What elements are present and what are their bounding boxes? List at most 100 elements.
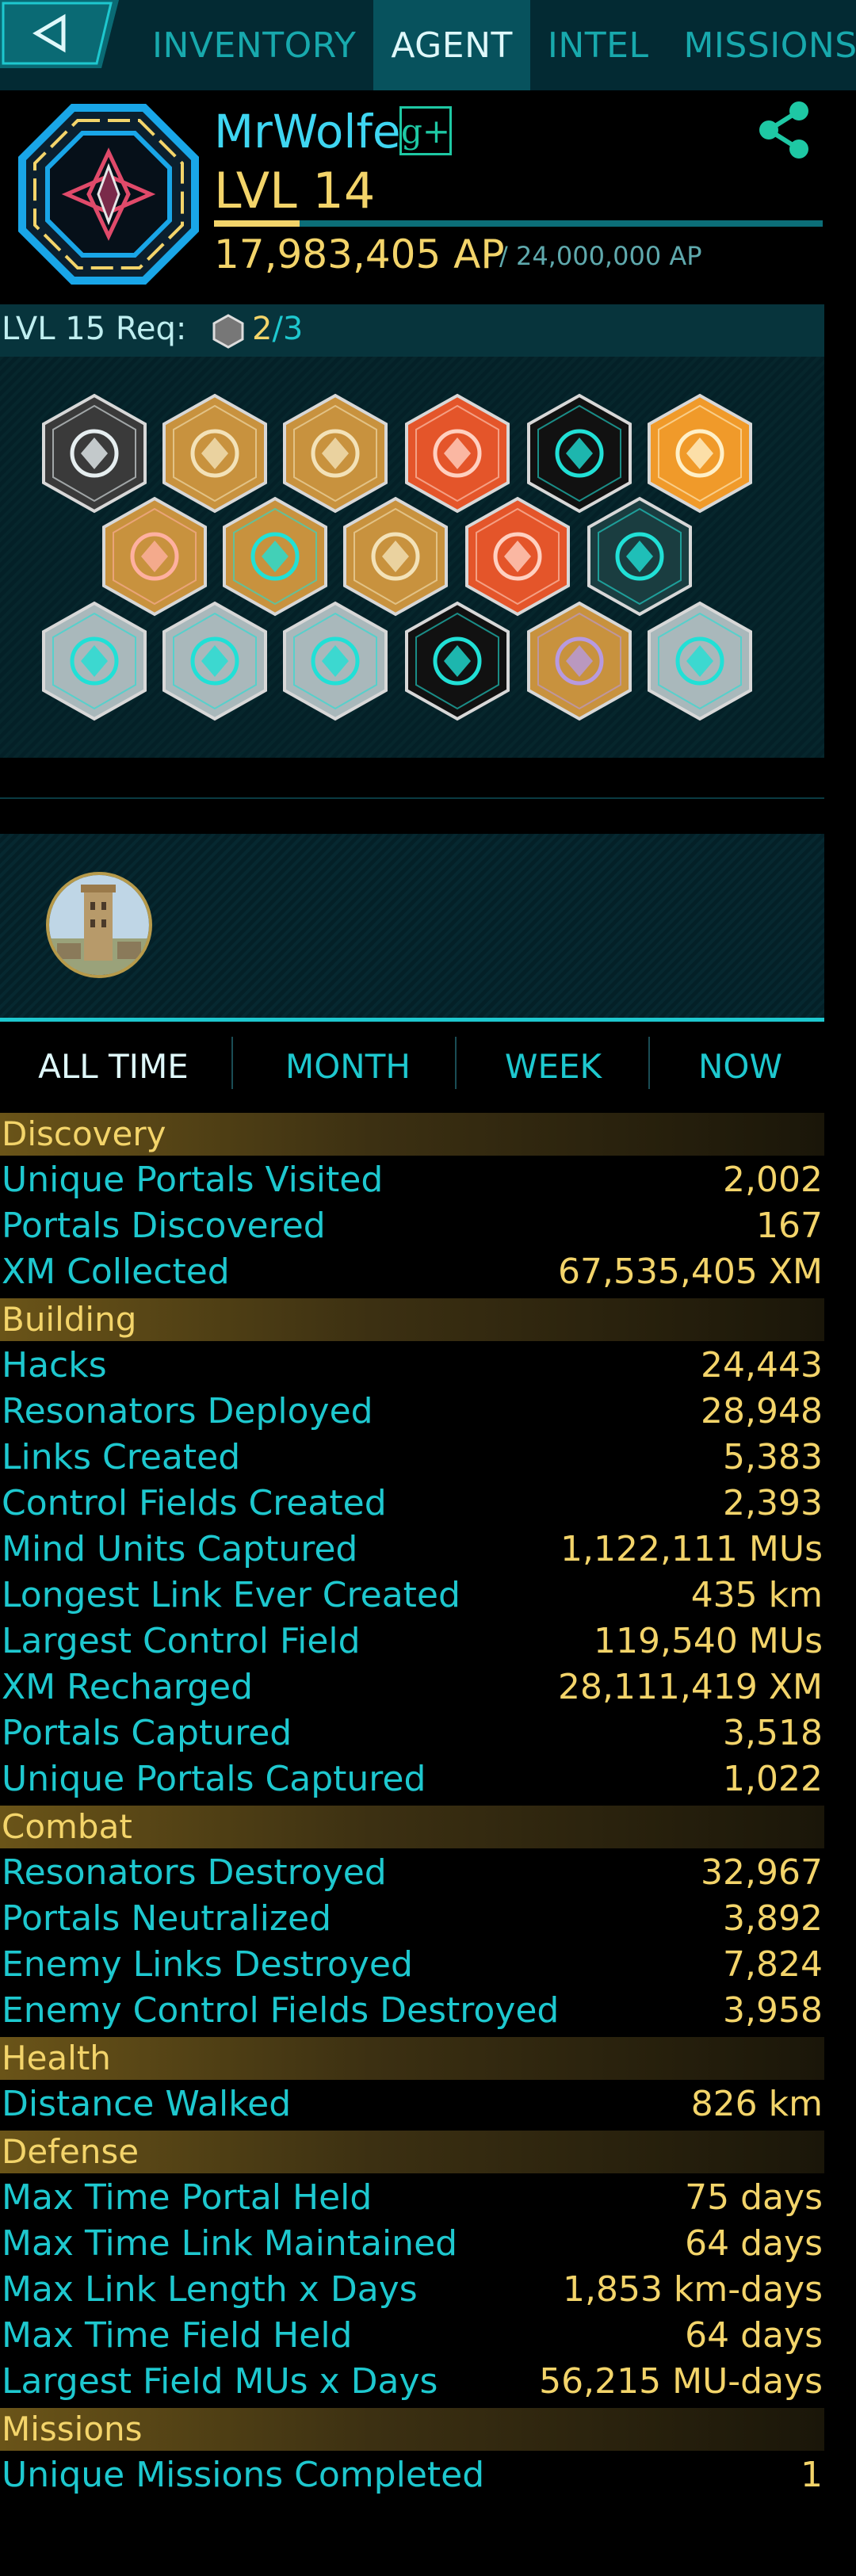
time-tab-week[interactable]: WEEK [458,1030,648,1102]
stat-value: 167 [756,1206,823,1246]
stat-row: Max Time Portal Held 75 days [0,2175,824,2221]
hexagon-badge-icon [211,314,246,349]
stat-name: XM Recharged [2,1667,254,1707]
stat-name: Max Time Portal Held [2,2177,373,2218]
section-header-discovery: Discovery [0,1113,824,1156]
media-panel-border [0,1018,824,1022]
stat-value: 56,215 MU-days [539,2361,823,2402]
stat-name: Longest Link Ever Created [2,1575,460,1615]
stat-row: Unique Portals Captured 1,022 [0,1756,824,1802]
back-button[interactable] [0,0,119,68]
stat-name: Max Link Length x Days [2,2269,418,2310]
stat-name: Distance Walked [2,2084,292,2124]
stat-row: Mind Units Captured 1,122,111 MUs [0,1527,824,1573]
stat-value: 2,393 [723,1483,823,1523]
stat-name: Unique Portals Visited [2,1160,384,1200]
level-requirement-count: 2/3 [252,311,304,347]
stat-row: XM Recharged 28,111,419 XM [0,1664,824,1710]
stat-row: Resonators Deployed 28,948 [0,1389,824,1435]
section-header-combat: Combat [0,1806,824,1848]
badge-vitruvian-icon[interactable] [404,601,510,721]
badge-connector-icon[interactable] [222,496,328,617]
stat-value: 75 days [685,2177,823,2218]
stat-row: Max Time Field Held 64 days [0,2313,824,2359]
time-tab-month[interactable]: MONTH [235,1030,461,1102]
stat-row: XM Collected 67,535,405 XM [0,1249,824,1295]
stat-value: 24,443 [701,1345,823,1385]
stat-row: Enemy Links Destroyed 7,824 [0,1942,824,1988]
tab-inventory[interactable]: INVENTORY [135,0,373,90]
stat-value: 28,948 [701,1391,823,1431]
stat-row: Largest Control Field 119,540 MUs [0,1619,824,1664]
share-icon[interactable] [753,98,816,162]
level-requirement-label: LVL 15 Req: [2,311,187,347]
stat-row: Portals Discovered 167 [0,1203,824,1249]
stat-value: 1,022 [723,1759,823,1799]
badge-guardian-icon[interactable] [282,601,388,721]
badge-recharger-icon[interactable] [526,601,632,721]
tab-agent[interactable]: AGENT [373,0,530,90]
stat-name: Portals Neutralized [2,1898,332,1939]
badge-mind-controller-icon[interactable] [342,496,449,617]
stat-value: 7,824 [723,1944,823,1985]
level-progress-track [214,220,823,227]
stat-row: Max Link Length x Days 1,853 km-days [0,2267,824,2313]
time-tab-separator [648,1037,650,1089]
agent-name: MrWolfe [214,105,401,159]
stat-value: 1,853 km-days [562,2269,823,2310]
stat-name: Enemy Links Destroyed [2,1944,413,1985]
level-progress-fill [214,220,300,227]
stat-value: 2,002 [723,1160,823,1200]
stat-value: 5,383 [723,1437,823,1477]
stat-name: Mind Units Captured [2,1529,358,1569]
badge-obsidian-icon[interactable] [464,496,571,617]
badge-builder-icon[interactable] [162,601,268,721]
stat-value: 3,958 [723,1990,823,2031]
stat-value: 119,540 MUs [593,1621,823,1661]
tab-missions[interactable]: MISSIONS [666,0,856,90]
section-divider [0,797,824,799]
stat-name: Unique Missions Completed [2,2455,485,2495]
agent-level: LVL 14 [214,162,376,220]
stat-name: Enemy Control Fields Destroyed [2,1990,560,2031]
stat-value: 28,111,419 XM [557,1667,823,1707]
stat-value: 64 days [685,2315,823,2356]
stat-name: Largest Control Field [2,1621,361,1661]
stat-name: Portals Captured [2,1713,292,1753]
time-tab-all-time[interactable]: ALL TIME [0,1030,227,1102]
stat-value: 64 days [685,2223,823,2264]
badge-observer-icon[interactable] [647,601,753,721]
stat-value: 3,518 [723,1713,823,1753]
stat-name: XM Collected [2,1252,230,1292]
badge-purifier-icon[interactable] [101,496,208,617]
stat-row: Unique Missions Completed 1 [0,2452,824,2498]
stat-name: Unique Portals Captured [2,1759,426,1799]
stat-value: 1 [801,2455,823,2495]
stat-row: Largest Field MUs x Days 56,215 MU-days [0,2359,824,2405]
time-tab-now[interactable]: NOW [656,1030,824,1102]
stat-name: Control Fields Created [2,1483,387,1523]
stat-value: 826 km [690,2084,823,2124]
tab-intel[interactable]: INTEL [530,0,667,90]
stat-value: 435 km [690,1575,823,1615]
stat-name: Max Time Field Held [2,2315,353,2356]
stat-row: Longest Link Ever Created 435 km [0,1573,824,1619]
stat-name: Largest Field MUs x Days [2,2361,438,2402]
badge-seer-icon[interactable] [41,601,147,721]
stat-name: Hacks [2,1345,107,1385]
stat-row: Control Fields Created 2,393 [0,1481,824,1527]
google-plus-icon[interactable]: g+ [399,106,452,155]
stat-row: Portals Captured 3,518 [0,1710,824,1756]
media-thumbnail[interactable] [46,872,152,978]
stat-name: Portals Discovered [2,1206,326,1246]
agent-ap-total: / 24,000,000 AP [499,241,702,271]
stat-name: Resonators Deployed [2,1391,373,1431]
stat-value: 1,122,111 MUs [560,1529,823,1569]
time-tab-separator [455,1037,457,1089]
stat-value: 67,535,405 XM [557,1252,823,1292]
stat-name: Links Created [2,1437,241,1477]
section-header-missions: Missions [0,2408,824,2451]
stat-value: 32,967 [701,1852,823,1893]
badge-verified-icon[interactable] [587,496,693,617]
section-header-building: Building [0,1298,824,1341]
